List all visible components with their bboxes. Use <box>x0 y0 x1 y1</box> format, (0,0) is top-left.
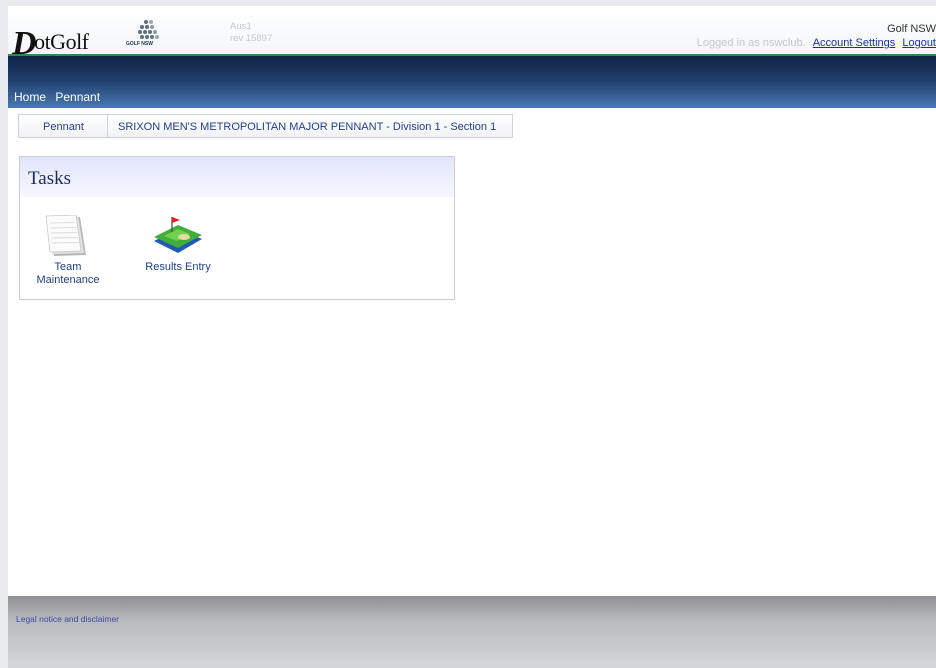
logo-text: otGolf <box>34 29 89 54</box>
team-maintenance-task[interactable]: Team Maintenance <box>30 215 106 287</box>
app-frame: DotGolf GOLF NSW Aus1 rev 15897 Golf NSW… <box>8 6 936 668</box>
environment-name: Aus1 <box>230 21 252 32</box>
tasks-panel: Tasks Team Maintenance Results Entry <box>19 156 455 300</box>
legal-notice-link[interactable]: Legal notice and disclaimer <box>16 614 119 624</box>
breadcrumb-label: Pennant <box>43 121 84 133</box>
logged-in-text: Logged in as nswclub. <box>696 37 806 49</box>
golf-green-icon <box>154 217 202 253</box>
tasks-title: Tasks <box>20 157 454 197</box>
breadcrumb-item-division[interactable]: SRIXON MEN'S METROPOLITAN MAJOR PENNANT … <box>96 114 513 138</box>
task-label: Results Entry <box>145 261 211 273</box>
golf-nsw-logo-text: GOLF NSW <box>126 41 153 47</box>
task-label: Maintenance <box>36 274 100 286</box>
logout-link[interactable]: Logout <box>902 37 936 49</box>
breadcrumb-label: SRIXON MEN'S METROPOLITAN MAJOR PENNANT … <box>118 121 497 133</box>
dotgolf-logo[interactable]: DotGolf <box>12 20 89 62</box>
organisation-name: Golf NSW <box>887 23 936 35</box>
environment-info: Aus1 rev 15897 <box>230 21 272 45</box>
task-label: Team <box>54 261 82 273</box>
breadcrumb-item-pennant[interactable]: Pennant <box>18 114 108 138</box>
user-info: Logged in as nswclub. Account Settings L… <box>697 37 936 49</box>
header: DotGolf GOLF NSW Aus1 rev 15897 Golf NSW… <box>8 6 936 62</box>
account-settings-link[interactable]: Account Settings <box>813 37 896 49</box>
nav-home[interactable]: Home <box>14 90 46 104</box>
revision-number: rev 15897 <box>230 33 273 44</box>
golf-nsw-logo: GOLF NSW <box>126 20 170 48</box>
results-entry-task[interactable]: Results Entry <box>124 215 232 274</box>
nav-pennant[interactable]: Pennant <box>55 90 100 104</box>
main-nav: Home Pennant <box>8 56 936 108</box>
document-icon <box>45 215 86 256</box>
footer: Legal notice and disclaimer <box>8 596 936 668</box>
